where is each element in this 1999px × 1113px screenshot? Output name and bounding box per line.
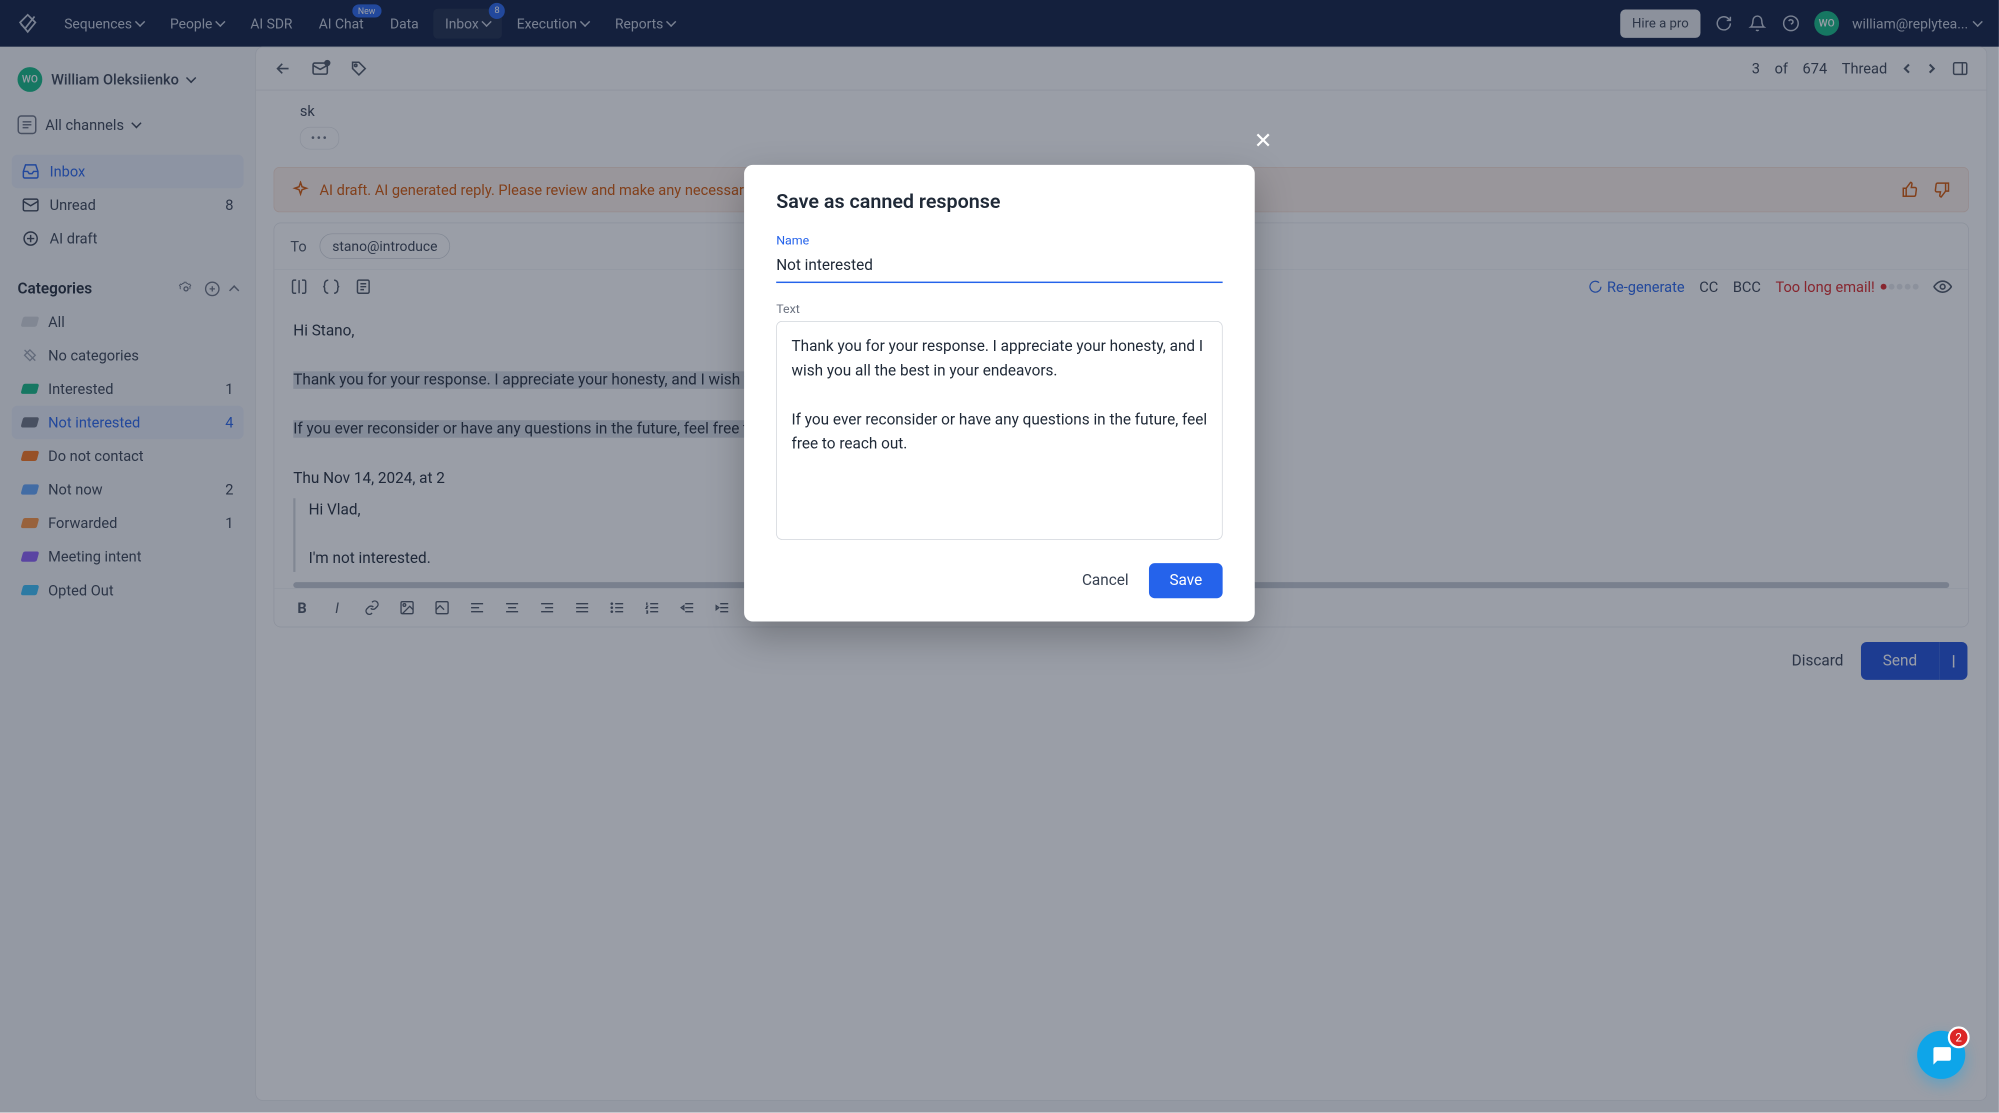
chat-widget[interactable]: 2 bbox=[1917, 1031, 1965, 1079]
name-label: Name bbox=[776, 233, 1222, 248]
modal-title: Save as canned response bbox=[776, 190, 1222, 213]
text-input[interactable] bbox=[776, 321, 1222, 540]
name-input[interactable] bbox=[776, 252, 1222, 283]
canned-response-modal: ✕ Save as canned response Name Text Canc… bbox=[744, 165, 1255, 622]
text-label: Text bbox=[776, 302, 1222, 317]
chat-badge: 2 bbox=[1948, 1026, 1970, 1048]
close-icon[interactable]: ✕ bbox=[1254, 128, 1272, 154]
save-button[interactable]: Save bbox=[1149, 563, 1223, 598]
chat-icon bbox=[1930, 1043, 1953, 1066]
cancel-button[interactable]: Cancel bbox=[1082, 572, 1129, 590]
